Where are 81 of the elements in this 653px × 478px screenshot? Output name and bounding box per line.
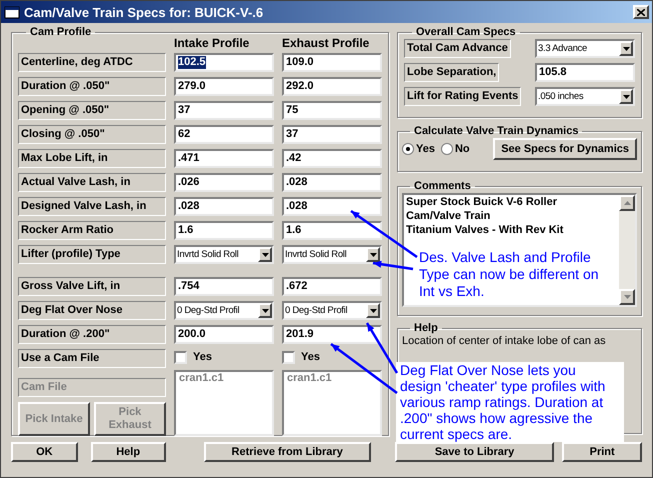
dialog-button[interactable]: Save to Library [394, 442, 554, 462]
dialog-button[interactable]: Help [90, 442, 166, 462]
dropdown[interactable]: .050 inches [535, 87, 635, 106]
dropdown[interactable]: 0 Deg-Std Profil [174, 301, 274, 320]
dialog-button[interactable]: Print [562, 442, 642, 462]
comment-line: Titanium Valves - With Rev Kit [406, 223, 564, 237]
dialog-button[interactable]: OK [11, 442, 78, 462]
help-text: Location of center of intake lobe of can as [402, 335, 606, 347]
input-field[interactable]: 279.0 [174, 77, 274, 96]
input-field[interactable]: 292.0 [282, 77, 382, 96]
field-label: Gross Valve Lift, in [18, 277, 166, 296]
input-field[interactable]: .754 [174, 277, 274, 296]
radio-button[interactable] [440, 143, 453, 155]
input-field[interactable]: 200.0 [174, 325, 274, 344]
dropdown[interactable]: Invrtd Solid Roll [174, 245, 274, 264]
input-field[interactable]: .672 [282, 277, 382, 296]
checkbox-label: Yes [301, 350, 320, 364]
dynamics-button[interactable]: See Specs for Dynamics [493, 138, 637, 160]
field-label: Actual Valve Lash, in [18, 173, 166, 192]
scroll-up-button[interactable] [619, 195, 635, 211]
field-label: Duration @ .050" [18, 77, 166, 96]
input-field[interactable]: .026 [174, 173, 274, 192]
close-icon [637, 8, 645, 16]
group-title: Overall Cam Specs [415, 26, 517, 39]
input-field[interactable]: 105.8 [535, 63, 635, 82]
dropdown[interactable]: Invrtd Solid Roll [282, 245, 382, 264]
input-field[interactable]: 62 [174, 125, 274, 144]
comment-line: Super Stock Buick V-6 Roller [406, 195, 558, 209]
field-label: Centerline, deg ATDC [18, 53, 166, 72]
column-header: Intake Profile [174, 37, 250, 50]
group-title: Cam Profile [29, 26, 92, 39]
close-button[interactable] [633, 5, 649, 19]
input-field[interactable]: 37 [174, 101, 274, 120]
field-label: Total Cam Advance [404, 39, 511, 58]
input-field[interactable]: .42 [282, 149, 382, 168]
dialog-button[interactable]: Retrieve from Library [204, 442, 371, 462]
radio-button[interactable] [402, 143, 414, 155]
arrow [372, 260, 414, 270]
group-title: Help [413, 322, 439, 335]
comment-line: Cam/Valve Train [406, 209, 492, 223]
checkbox[interactable] [174, 350, 187, 364]
window-icon [4, 5, 20, 19]
field-label: Rocker Arm Ratio [18, 221, 166, 240]
scrollbar[interactable] [619, 195, 635, 305]
field-label: Cam File [18, 378, 166, 397]
input-field[interactable]: .028 [282, 173, 382, 192]
input-field[interactable]: 37 [282, 125, 382, 144]
input-field[interactable]: 75 [282, 101, 382, 120]
checkbox[interactable] [282, 350, 295, 364]
annotation: Des. Valve Lash and Profile Type can now be different on Int vs Exh. [419, 249, 600, 300]
field-label: Duration @ .200" [18, 325, 166, 344]
field-label: Use a Cam File [18, 349, 166, 368]
field-label: Closing @ .050" [18, 125, 166, 144]
field-label: Lobe Separation, [404, 63, 500, 82]
group-title: Calculate Valve Train Dynamics [413, 125, 580, 138]
group-title: Comments [413, 180, 472, 193]
input-field[interactable]: 102.5 [174, 53, 274, 72]
input-field[interactable]: 1.6 [174, 221, 274, 240]
dropdown[interactable]: 0 Deg-Std Profil [282, 301, 382, 320]
checkbox-label: Yes [193, 350, 212, 364]
column-header: Exhaust Profile [282, 37, 370, 50]
radio-label: No [454, 142, 470, 156]
field-label: Opening @ .050" [18, 101, 166, 120]
input-field[interactable]: 201.9 [282, 325, 382, 344]
field-label: Deg Flat Over Nose [18, 301, 166, 320]
field-label: Max Lobe Lift, in [18, 149, 166, 168]
up-arrow-icon [624, 201, 630, 205]
radio-label: Yes [416, 142, 435, 156]
field-label: Lift for Rating Events [404, 87, 522, 106]
dropdown[interactable]: 3.3 Advance [535, 39, 635, 58]
input-field[interactable]: .471 [174, 149, 274, 168]
field-label: Lifter (profile) Type [18, 245, 166, 264]
window-title: Cam/Valve Train Specs for: BUICK-V-.6 [24, 6, 264, 18]
input-field[interactable]: .028 [174, 197, 274, 216]
scroll-down-button[interactable] [619, 289, 635, 305]
down-arrow-icon [624, 295, 630, 299]
field-label: Designed Valve Lash, in [18, 197, 166, 216]
input-field[interactable]: 1.6 [282, 221, 382, 240]
input-field[interactable]: 109.0 [282, 53, 382, 72]
input-field[interactable]: .028 [282, 197, 382, 216]
annotation: Deg Flat Over Nose lets you design 'cheater' type profiles with various ramp ratings. Duration at .200" shows how agressive the current specs are. [396, 362, 624, 442]
